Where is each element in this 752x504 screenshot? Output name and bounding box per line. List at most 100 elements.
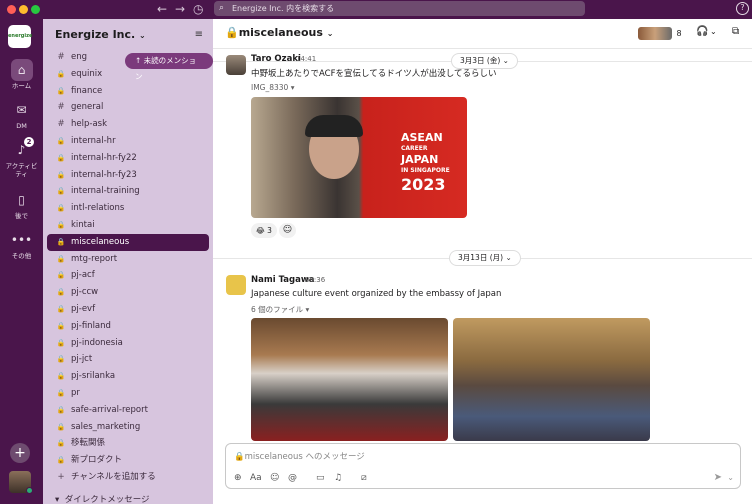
composer-input[interactable]: 🔒miscelaneous へのメッセージ	[234, 450, 365, 462]
channel-label: pj-evf	[71, 303, 96, 314]
lock-icon: 🔒	[225, 26, 239, 39]
sidebar-channel-item[interactable]: 🔒 pj-ccw	[47, 284, 209, 301]
channel-label: チャンネルを追加する	[71, 471, 156, 482]
avatar[interactable]	[226, 275, 246, 295]
canvas-icon[interactable]: ⧉	[732, 26, 739, 37]
sidebar-channel-item[interactable]: 🔒 mtg-report	[47, 251, 209, 268]
zoom-window-button[interactable]	[31, 5, 40, 14]
rail-activity-label: アクティビティ	[5, 162, 38, 178]
rail-later[interactable]: ▯ 後で	[0, 189, 43, 220]
sidebar-channel-item[interactable]: 🔒 internal-hr-fy22	[47, 150, 209, 167]
sidebar-channel-item[interactable]: 🔒 internal-hr-fy23	[47, 167, 209, 184]
banner-line: JAPAN	[401, 153, 439, 166]
unread-mentions-button[interactable]: ↑ 未読のメンション	[125, 53, 213, 81]
add-channel-button[interactable]: + チャンネルを追加する	[47, 469, 209, 486]
image-attachment[interactable]: ASEAN CAREER JAPAN IN SINGAPORE 2023	[251, 97, 467, 218]
filter-icon[interactable]: ≡	[195, 29, 203, 40]
beanie	[305, 115, 363, 137]
rail-activity[interactable]: ♪ 2 アクティビティ	[0, 137, 43, 178]
plus-icon[interactable]: ⊕	[234, 473, 242, 483]
chevron-down-icon[interactable]: ⌄	[710, 27, 717, 36]
member-count[interactable]: 8	[672, 27, 686, 40]
chevron-down-icon[interactable]: ⌄	[727, 473, 734, 482]
sidebar-channel-item[interactable]: 🔒 pj-acf	[47, 267, 209, 284]
lock-icon: 🔒	[56, 86, 66, 95]
member-avatars[interactable]	[638, 27, 672, 40]
date-pill[interactable]: 3月13日 (月) ⌄	[449, 250, 521, 266]
message-composer[interactable]: 🔒miscelaneous へのメッセージ ⊕ Aa ☺ @ ▭ ♫ ⧄ ➤ ⌄	[225, 443, 741, 489]
image-attachment[interactable]	[251, 318, 448, 441]
workspace-logo[interactable]: energize	[8, 25, 32, 48]
workspace-name[interactable]: Energize Inc. ⌄	[55, 28, 146, 41]
rail-dm[interactable]: ✉ DM	[0, 99, 43, 130]
format-icon[interactable]: Aa	[250, 473, 262, 483]
minimize-window-button[interactable]	[19, 5, 28, 14]
channel-title[interactable]: 🔒miscelaneous ⌄	[225, 26, 333, 39]
dm-section-header[interactable]: ▾ ダイレクトメッセージ	[55, 493, 150, 504]
date-text: 3月13日 (月)	[458, 253, 504, 262]
history-clock-icon[interactable]: ◷	[193, 2, 203, 16]
help-icon[interactable]: ?	[736, 2, 749, 15]
reaction-chip[interactable]: 😂 3	[251, 223, 277, 238]
sidebar-channel-item[interactable]: 🔒 intl-relations	[47, 200, 209, 217]
image-attachment[interactable]	[453, 318, 650, 441]
lock-icon: 🔒	[56, 220, 66, 229]
rail-more[interactable]: ••• その他	[0, 229, 43, 260]
sidebar-channel-item[interactable]: 🔒 移転関係	[47, 435, 209, 452]
rail-dm-label: DM	[16, 122, 27, 130]
message-text: 中野坂上あたりでACFを宣伝してるドイツ人が出没してるらしい	[251, 69, 497, 79]
microphone-icon[interactable]: ♫	[334, 473, 342, 483]
lock-icon: 🔒	[56, 271, 66, 280]
sidebar-channel-item[interactable]: 🔒 pj-finland	[47, 318, 209, 335]
sidebar-channel-item[interactable]: 🔒 pj-jct	[47, 351, 209, 368]
mention-icon[interactable]: @	[288, 473, 297, 483]
sidebar-channel-item[interactable]: # general	[47, 99, 209, 116]
date-text: 3月3日 (金)	[460, 56, 501, 65]
back-arrow-icon[interactable]: ←	[157, 2, 167, 16]
banner-line: ASEAN	[401, 131, 443, 144]
sidebar-channel-item[interactable]: 🔒 finance	[47, 83, 209, 100]
channel-label: kintai	[71, 219, 95, 230]
sidebar-channel-item[interactable]: 🔒 miscelaneous	[47, 233, 209, 251]
headset-icon[interactable]: 🎧	[696, 26, 708, 37]
forward-arrow-icon[interactable]: →	[175, 2, 185, 16]
home-icon: ⌂	[10, 59, 33, 81]
channel-sidebar: Energize Inc. ⌄ ≡ # eng 🔒 equinix 🔒 finance # g…	[43, 19, 213, 504]
emoji-icon[interactable]: ☺	[270, 473, 279, 483]
channel-label: safe-arrival-report	[71, 404, 148, 415]
channel-label: internal-hr-fy23	[71, 169, 137, 180]
add-reaction-icon[interactable]: ☺	[279, 223, 296, 238]
sidebar-channel-item[interactable]: 🔒 internal-hr	[47, 133, 209, 150]
close-window-button[interactable]	[7, 5, 16, 14]
file-count: 6 個のファイル	[251, 305, 304, 314]
video-icon[interactable]: ▭	[316, 473, 325, 483]
author-name[interactable]: Taro Ozaki	[251, 54, 301, 64]
message-time[interactable]: 14:41	[296, 55, 316, 63]
channel-label: internal-hr	[71, 135, 116, 146]
lock-icon: 🔒	[56, 405, 66, 414]
caret-down-icon: ▾	[55, 495, 60, 504]
sidebar-channel-item[interactable]: 🔒 kintai	[47, 217, 209, 234]
sidebar-channel-item[interactable]: 🔒 sales_marketing	[47, 419, 209, 436]
rail-later-label: 後で	[15, 212, 28, 220]
sidebar-channel-item[interactable]: 🔒 pj-srilanka	[47, 368, 209, 385]
sidebar-channel-item[interactable]: 🔒 pr	[47, 385, 209, 402]
add-icon[interactable]: +	[10, 443, 30, 463]
avatar[interactable]	[226, 55, 246, 75]
sidebar-channel-item[interactable]: 🔒 新プロダクト	[47, 452, 209, 469]
banner-line: 2023	[401, 175, 446, 194]
channel-header: 🔒miscelaneous ⌄ 8 🎧 ⌄ ⧉	[213, 19, 752, 49]
sidebar-channel-item[interactable]: # help-ask	[47, 116, 209, 133]
search-input[interactable]: ⌕ Energize Inc. 内を検索する	[214, 1, 585, 16]
file-label[interactable]: 6 個のファイル ▾	[251, 304, 309, 315]
lock-icon: 🔒	[56, 204, 66, 213]
sidebar-channel-item[interactable]: 🔒 safe-arrival-report	[47, 402, 209, 419]
sidebar-channel-item[interactable]: 🔒 internal-training	[47, 183, 209, 200]
sidebar-channel-item[interactable]: 🔒 pj-indonesia	[47, 335, 209, 352]
send-icon[interactable]: ➤	[714, 472, 722, 483]
sidebar-channel-item[interactable]: 🔒 pj-evf	[47, 301, 209, 318]
slash-command-icon[interactable]: ⧄	[361, 473, 367, 483]
rail-home[interactable]: ⌂ ホーム	[0, 59, 43, 90]
file-label[interactable]: IMG_8330 ▾	[251, 83, 295, 92]
message-time[interactable]: 09:36	[305, 276, 325, 284]
